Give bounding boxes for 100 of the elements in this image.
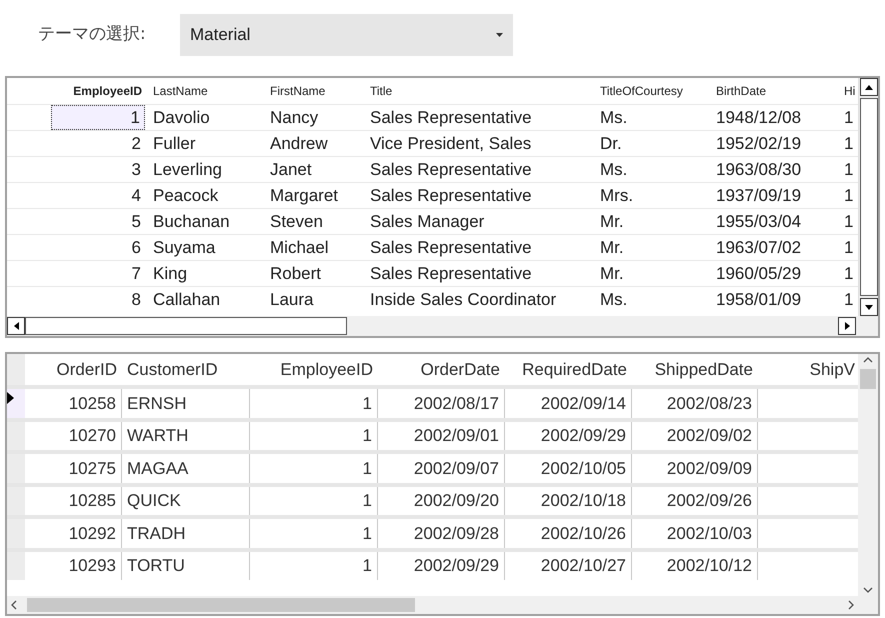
table-cell-text: 6	[130, 236, 142, 259]
table-cell-text: Robert	[269, 262, 322, 285]
column-header[interactable]: CustomerID	[122, 354, 250, 385]
table-cell-text: Peacock	[152, 184, 220, 207]
table-cell: 1	[250, 422, 378, 450]
table-cell: QUICK	[122, 486, 250, 515]
table-cell: 1	[250, 552, 378, 580]
column-header[interactable]: LastName	[145, 82, 262, 100]
caret-icon	[496, 33, 503, 37]
table-cell-text: Davolio	[152, 106, 211, 129]
table-cell-text: 2	[130, 132, 142, 155]
table-cell: 2002/10/12	[632, 552, 758, 580]
column-header[interactable]: Hi	[836, 82, 858, 100]
table-cell: 2002/10/26	[505, 519, 632, 548]
horizontal-scrollbar[interactable]	[7, 316, 878, 336]
table-cell-text: Inside Sales Coordinator	[369, 288, 558, 311]
table-cell-text: Mr.	[599, 262, 625, 285]
table-cell-text: Suyama	[152, 236, 216, 259]
table-cell-text: 1	[843, 184, 854, 207]
horizontal-scrollbar[interactable]	[7, 596, 878, 614]
column-header[interactable]: ShippedDate	[632, 354, 758, 385]
table-cell: 2002/09/28	[378, 519, 505, 548]
scroll-thumb[interactable]	[860, 98, 878, 296]
table-cell-text: 1	[843, 210, 854, 233]
column-header[interactable]: TitleOfCourtesy	[592, 82, 708, 100]
table-cell-text: Mr.	[599, 210, 625, 233]
table-cell-text: 1	[843, 262, 854, 285]
column-header[interactable]: OrderID	[25, 354, 122, 385]
row-pointer-icon	[7, 392, 14, 404]
table-cell: 10293	[25, 552, 122, 580]
column-header[interactable]: FirstName	[262, 82, 362, 100]
table-cell-text: 3	[130, 158, 142, 181]
theme-label: テーマの選択:	[38, 23, 147, 46]
table-cell: WARTH	[122, 422, 250, 450]
vertical-scrollbar[interactable]	[858, 354, 878, 596]
table-cell-text: Buchanan	[152, 210, 231, 233]
table-cell: 2002/10/03	[632, 519, 758, 548]
table-cell-text: Ms.	[599, 106, 628, 129]
scroll-thumb[interactable]	[25, 317, 347, 335]
scroll-down-icon[interactable]	[863, 587, 873, 593]
column-header[interactable]: BirthDate	[708, 82, 836, 100]
table-cell-text: King	[152, 262, 188, 285]
table-cell-text: Fuller	[152, 132, 197, 155]
scroll-thumb[interactable]	[860, 369, 876, 389]
table-cell-text: 1	[843, 288, 854, 311]
table-cell: MAGAA	[122, 454, 250, 482]
scroll-left-icon[interactable]	[7, 317, 25, 335]
table-cell-text: 7	[130, 262, 142, 285]
table-cell: 2002/09/20	[378, 486, 505, 515]
table-cell-text: 1	[843, 106, 854, 129]
table-cell-text: Dr.	[599, 132, 623, 155]
table-cell-text: Michael	[269, 236, 330, 259]
table-cell-text: Sales Representative	[369, 236, 533, 259]
scroll-left-icon[interactable]	[11, 600, 17, 610]
vertical-scrollbar[interactable]	[858, 78, 878, 316]
table-cell-text: 5	[130, 210, 142, 233]
table-cell-text: 1963/08/30	[715, 158, 802, 181]
table-cell-text: 1948/12/08	[715, 106, 802, 129]
table-cell: 10285	[25, 486, 122, 515]
table-cell: 2002/09/02	[632, 422, 758, 450]
table-cell-text: Steven	[269, 210, 324, 233]
scroll-up-icon[interactable]	[863, 357, 873, 363]
column-header[interactable]: EmployeeID	[250, 354, 378, 385]
row-header[interactable]	[7, 389, 25, 418]
table-cell-text: Janet	[269, 158, 313, 181]
table-cell-text: Sales Manager	[369, 210, 486, 233]
column-header[interactable]: ShipV	[758, 354, 858, 385]
table-cell: 2002/09/14	[505, 389, 632, 418]
table-cell-text: Callahan	[152, 288, 222, 311]
table-cell-text: 1	[843, 158, 854, 181]
table-cell-text: 1963/07/02	[715, 236, 802, 259]
table-cell-text: Leverling	[152, 158, 223, 181]
column-header[interactable]: RequiredDate	[505, 354, 632, 385]
scroll-right-icon[interactable]	[838, 317, 856, 335]
table-cell-text: Andrew	[269, 132, 329, 155]
scroll-up-icon[interactable]	[860, 78, 878, 96]
column-header[interactable]: Title	[362, 82, 592, 100]
table-cell-text: Ms.	[599, 158, 628, 181]
table-cell-text: Nancy	[269, 106, 320, 129]
table-cell-text: Margaret	[269, 184, 340, 207]
scroll-right-icon[interactable]	[848, 600, 854, 610]
table-cell: 10270	[25, 422, 122, 450]
table-cell: 2002/08/17	[378, 389, 505, 418]
table-cell: 10292	[25, 519, 122, 548]
table-cell: 2002/09/01	[378, 422, 505, 450]
table-cell: 2002/10/18	[505, 486, 632, 515]
table-cell: 2002/10/27	[505, 552, 632, 580]
table-cell-text: 1	[843, 236, 854, 259]
theme-dropdown[interactable]: Material	[180, 14, 513, 56]
table-cell: 1	[250, 519, 378, 548]
scroll-down-icon[interactable]	[860, 298, 878, 316]
table-cell-text: 1952/02/19	[715, 132, 802, 155]
table-cell: 1	[51, 105, 145, 130]
table-cell-text: 1937/09/19	[715, 184, 802, 207]
scroll-thumb[interactable]	[27, 598, 415, 612]
column-header[interactable]: OrderDate	[378, 354, 505, 385]
column-header[interactable]: EmployeeID	[7, 82, 145, 100]
table-cell: 10275	[25, 454, 122, 482]
table-cell: 2002/09/26	[632, 486, 758, 515]
table-cell: TRADH	[122, 519, 250, 548]
